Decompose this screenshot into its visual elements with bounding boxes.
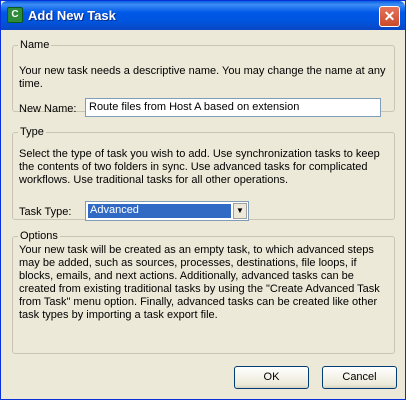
task-app-icon: C [7,7,23,23]
task-type-label: Task Type: [19,206,72,218]
dropdown-arrow-icon[interactable]: ▼ [233,203,247,219]
new-name-input[interactable]: Route files from Host A based on extensi… [85,98,381,117]
task-type-selected-value: Advanced [88,204,231,218]
ok-button[interactable]: OK [234,366,309,389]
new-name-label: New Name: [19,103,77,115]
title-bar[interactable]: C Add New Task ✕ [1,1,405,30]
name-description: Your new task needs a descriptive name. … [19,65,386,90]
type-group: Type Select the type of task you wish to… [12,126,395,221]
close-button[interactable]: ✕ [379,6,400,27]
type-group-legend: Type [20,126,44,138]
options-group-legend: Options [20,230,58,242]
options-group: Options Your new task will be created as… [12,230,395,354]
cancel-button[interactable]: Cancel [322,366,397,389]
task-type-select[interactable]: Advanced ▼ [85,201,249,221]
name-group-legend: Name [20,39,50,51]
window-title: Add New Task [28,8,116,23]
add-new-task-dialog: C Add New Task ✕ Name Your new task need… [0,0,406,400]
options-description: Your new task will be created as an empt… [19,244,380,321]
type-description: Select the type of task you wish to add.… [19,148,380,186]
name-group: Name Your new task needs a descriptive n… [12,39,395,117]
